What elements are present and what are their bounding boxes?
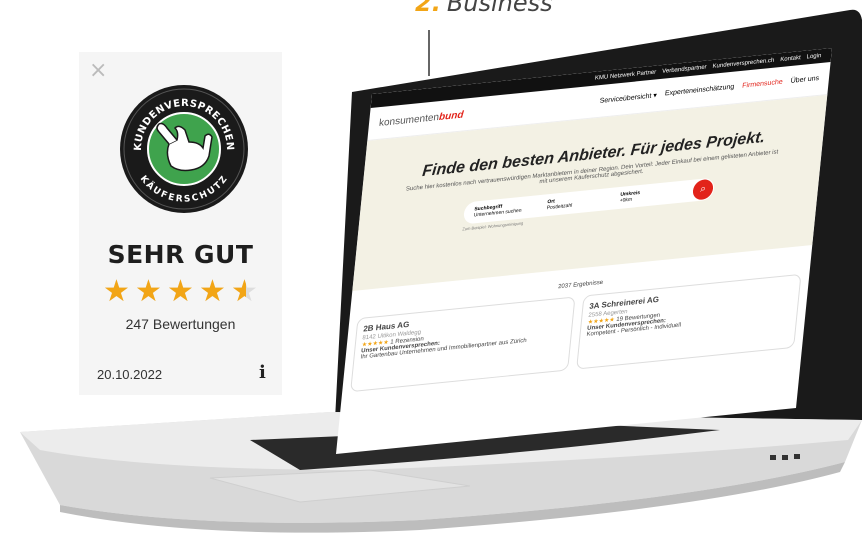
info-icon[interactable]: i (259, 362, 266, 383)
search-place-field[interactable]: Ort Postleitzahl (546, 192, 620, 211)
nav-link[interactable]: Serviceübersicht ▾ (599, 91, 657, 105)
star-icon: ★ ★ (199, 275, 226, 308)
laptop-screen: KMU Netzwerk Partner Verbandspartner Kun… (336, 48, 832, 454)
nav-link[interactable]: Über uns (790, 75, 819, 86)
star-icon: ★ ★ (135, 275, 162, 308)
company-card[interactable]: 2B Haus AG 8142 Uitikon Waldegg ★★★★★ 1 … (350, 296, 576, 393)
nav-link-active[interactable]: Firmensuche (742, 79, 783, 91)
review-count[interactable]: 247 Bewertungen (79, 316, 282, 332)
star-icon: ★ ★ (167, 275, 194, 308)
star-icon: ★ ★ (103, 275, 130, 308)
kundenversprechen-seal: KUNDENVERSPRECHEN KÄUFERSCHUTZ (120, 85, 248, 213)
star-icon: ★ ★ (231, 275, 258, 308)
rating-date: 20.10.2022 (97, 367, 163, 382)
search-term-field[interactable]: Suchbegriff Unternehmen suchen (473, 199, 547, 219)
search-button[interactable]: ⌕ (692, 178, 714, 201)
company-card[interactable]: 3A Schreinerei AG 2558 Aegerten ★★★★★ 19… (576, 273, 802, 370)
close-icon[interactable]: × (89, 58, 107, 83)
site-logo[interactable]: konsumentenbund (378, 109, 464, 128)
rating-widget: × KUNDENVERSPRECHEN KÄUFERSCHUTZ SEHR GU… (79, 52, 282, 395)
topbar-link[interactable]: Verbandspartner (662, 64, 707, 74)
topbar-link[interactable]: Login (806, 53, 821, 60)
rating-stars: ★ ★ ★ ★ ★ ★ ★ ★ ★ ★ (103, 275, 263, 308)
nav-link[interactable]: Experteneinschätzung (664, 83, 735, 98)
search-radius-field[interactable]: Umkreis +0km (619, 185, 693, 204)
topbar-link[interactable]: Kontakt (780, 55, 801, 63)
rating-grade: SEHR GUT (107, 240, 254, 269)
